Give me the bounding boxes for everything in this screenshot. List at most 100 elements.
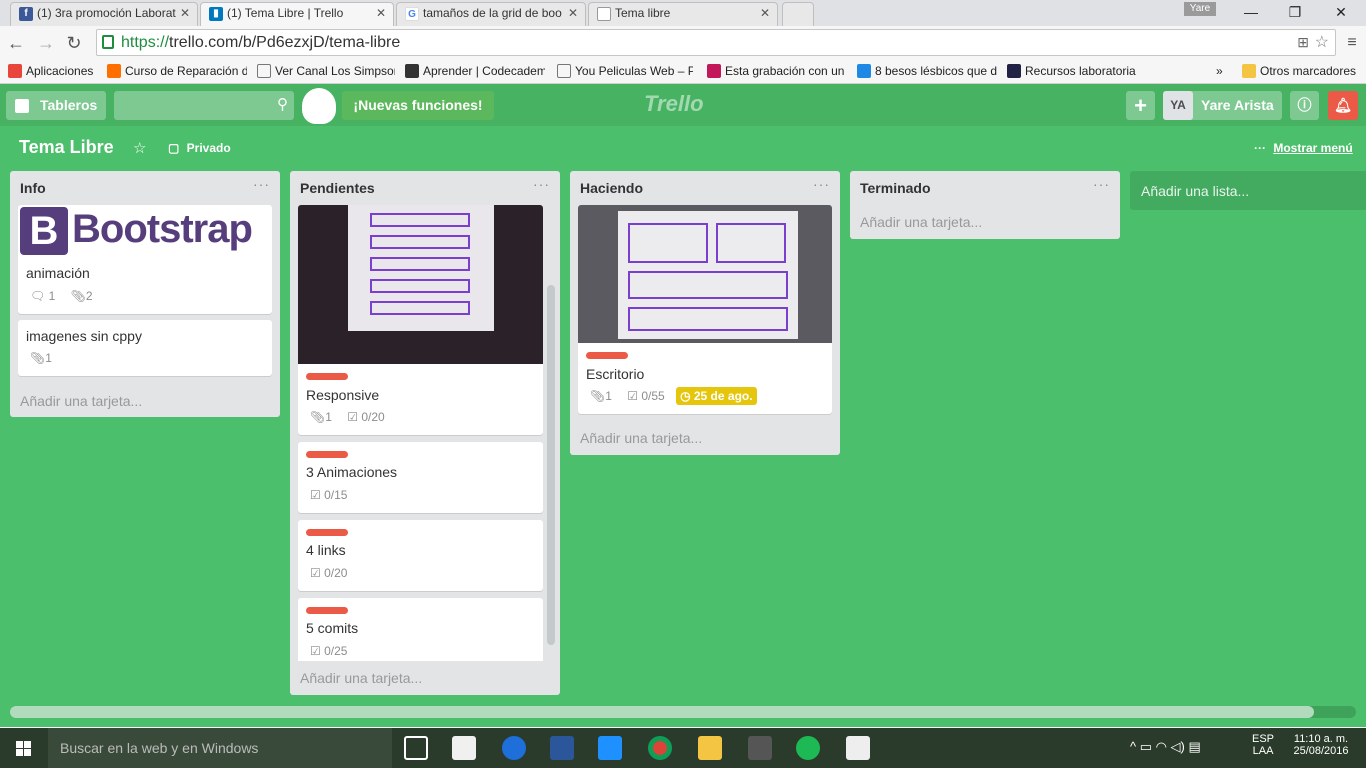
add-card-button[interactable]: Añadir una tarjeta...	[580, 430, 702, 446]
card-title: 4 links	[306, 542, 346, 558]
trello-logo[interactable]: Trello	[644, 91, 704, 117]
card[interactable]: 3 Animaciones ☑︎ 0/15	[298, 442, 543, 513]
media-player-icon[interactable]	[598, 736, 622, 760]
sketch-box	[370, 301, 470, 315]
boards-button[interactable]: Tableros	[6, 91, 106, 120]
list-title[interactable]: Haciendo	[580, 180, 643, 196]
list-scrollbar[interactable]	[547, 285, 555, 645]
bookmark-item[interactable]: 8 besos lésbicos que d	[857, 63, 997, 81]
bookmark-item[interactable]: Ver Canal Los Simpsons	[257, 63, 395, 81]
browser-tab[interactable]: G tamaños de la grid de boo ✕	[396, 2, 586, 26]
chrome-menu-icon[interactable]: ≡	[1340, 31, 1364, 55]
due-date: 25 de ago.	[693, 389, 753, 403]
list-info[interactable]: Info ··· B Bootstrap animación 🗨︎ 1 📎︎2 …	[10, 171, 280, 417]
apps-icon	[8, 64, 22, 78]
clock-time: 11:10 a. m.	[1293, 733, 1349, 745]
card[interactable]: Responsive 📎︎1 ☑︎ 0/20	[298, 205, 543, 435]
add-card-button[interactable]: Añadir una tarjeta...	[860, 214, 982, 230]
board-title[interactable]: Tema Libre	[19, 137, 114, 158]
clock[interactable]: 11:10 a. m. 25/08/2016	[1288, 733, 1354, 757]
add-card-button[interactable]: Añadir una tarjeta...	[300, 670, 422, 686]
list-menu-icon[interactable]: ···	[813, 176, 830, 192]
list-title[interactable]: Terminado	[860, 180, 931, 196]
list-pendientes[interactable]: Pendientes ··· Responsive 📎︎1 ☑︎ 0/20 3 …	[290, 171, 560, 695]
bookmark-label: Recursos laboratoria	[1025, 64, 1136, 78]
profile-chip[interactable]: Yare	[1184, 2, 1216, 16]
bookmark-item[interactable]: Curso de Reparación d	[107, 63, 247, 81]
close-icon[interactable]: ✕	[376, 6, 386, 20]
show-menu-button[interactable]: ··· Mostrar menú	[1254, 141, 1353, 155]
window-close-icon[interactable]: ✕	[1318, 0, 1364, 24]
file-explorer-icon[interactable]	[698, 736, 722, 760]
list-title[interactable]: Pendientes	[300, 180, 375, 196]
notifications-bell-icon[interactable]: 🔔︎	[1328, 91, 1358, 120]
info-icon[interactable]: ⓘ	[1290, 91, 1319, 120]
add-card-button[interactable]: Añadir una tarjeta...	[20, 393, 142, 409]
chrome-icon[interactable]	[648, 736, 672, 760]
close-icon[interactable]: ✕	[760, 6, 770, 20]
search-input[interactable]: ⚲	[114, 91, 294, 120]
add-list-button[interactable]: Añadir una lista...	[1130, 171, 1366, 210]
bookmark-item[interactable]: Aprender | Codecadem	[405, 63, 545, 81]
photos-icon[interactable]	[846, 736, 870, 760]
app-icon[interactable]	[502, 736, 526, 760]
spotify-icon[interactable]	[796, 736, 820, 760]
star-icon[interactable]: ☆	[1315, 30, 1329, 55]
star-icon[interactable]: ☆	[133, 139, 146, 157]
list-menu-icon[interactable]: ···	[533, 176, 550, 192]
attachment-icon: 📎︎	[590, 389, 606, 403]
list-menu-icon[interactable]: ···	[253, 176, 270, 192]
word-icon[interactable]	[550, 736, 574, 760]
windows-start-icon[interactable]	[0, 728, 48, 768]
browser-tab-active[interactable]: ▮ (1) Tema Libre | Trello ✕	[200, 2, 394, 26]
lang-code: ESP	[1252, 733, 1275, 745]
new-tab-button[interactable]	[782, 2, 814, 26]
boards-label: Tableros	[40, 97, 98, 113]
card-list-scroll[interactable]: Responsive 📎︎1 ☑︎ 0/20 3 Animaciones ☑︎ …	[290, 205, 560, 661]
bookmark-item[interactable]: You Peliculas Web – Pe	[557, 63, 693, 81]
bookmarks-overflow[interactable]: »	[1216, 63, 1232, 81]
trello-icon: ▮	[209, 7, 223, 21]
member-menu[interactable]: YA Yare Arista	[1163, 91, 1282, 120]
add-icon[interactable]: +	[1126, 91, 1155, 120]
bookmark-item[interactable]: Aplicaciones	[8, 63, 104, 81]
card[interactable]: B Bootstrap animación 🗨︎ 1 📎︎2	[18, 205, 272, 314]
minimize-icon[interactable]: —	[1228, 0, 1274, 24]
list-haciendo[interactable]: Haciendo ··· Escritorio 📎︎1 ☑︎ 0/55 ◷ 25…	[570, 171, 840, 455]
checklist-count: 0/20	[361, 410, 385, 424]
start-pane	[24, 741, 31, 748]
forward-icon[interactable]: →	[34, 31, 58, 55]
sublime-text-icon[interactable]	[748, 736, 772, 760]
card[interactable]: imagenes sin cppy 📎︎1	[18, 320, 272, 376]
card[interactable]: Escritorio 📎︎1 ☑︎ 0/55 ◷ 25 de ago.	[578, 205, 832, 414]
new-features-button[interactable]: ¡Nuevas funciones!	[342, 91, 494, 120]
card[interactable]: 5 comits ☑︎ 0/25	[298, 598, 543, 661]
taco-mascot-icon	[302, 88, 336, 124]
other-bookmarks[interactable]: Otros marcadores	[1242, 63, 1366, 81]
list-menu-icon[interactable]: ···	[1093, 176, 1110, 192]
card[interactable]: 4 links ☑︎ 0/20	[298, 520, 543, 591]
back-icon[interactable]: ←	[4, 31, 28, 55]
system-tray-icons[interactable]: ^ ▭ ◠ ◁) ▤	[1130, 739, 1201, 755]
facebook-icon: f	[19, 7, 33, 21]
attachment-icon: 📎︎	[310, 410, 326, 424]
browser-tab[interactable]: f (1) 3ra promoción Laborat ✕	[10, 2, 198, 26]
reload-icon[interactable]: ↻	[62, 31, 86, 55]
board-scrollbar-thumb[interactable]	[10, 706, 1314, 718]
board-scrollbar-track[interactable]	[10, 706, 1356, 718]
privacy-button[interactable]: ▢ Privado	[168, 141, 231, 155]
store-icon[interactable]	[452, 736, 476, 760]
bookmark-item[interactable]: Esta grabación con un	[707, 63, 847, 81]
list-title[interactable]: Info	[20, 180, 46, 196]
task-view-icon[interactable]	[404, 736, 428, 760]
language-indicator[interactable]: ESP LAA	[1252, 733, 1274, 757]
close-icon[interactable]: ✕	[568, 6, 578, 20]
restore-icon[interactable]: ❐	[1272, 0, 1318, 24]
address-bar[interactable]: https://trello.com/b/Pd6ezxjD/tema-libre…	[96, 29, 1336, 56]
list-terminado[interactable]: Terminado ··· Añadir una tarjeta...	[850, 171, 1120, 239]
translate-icon[interactable]: ⊞	[1297, 30, 1309, 55]
close-icon[interactable]: ✕	[180, 6, 190, 20]
taskbar-search-input[interactable]: Buscar en la web y en Windows	[48, 728, 392, 768]
bookmark-item[interactable]: Recursos laboratoria	[1007, 63, 1143, 81]
browser-tab[interactable]: Tema libre ✕	[588, 2, 778, 26]
